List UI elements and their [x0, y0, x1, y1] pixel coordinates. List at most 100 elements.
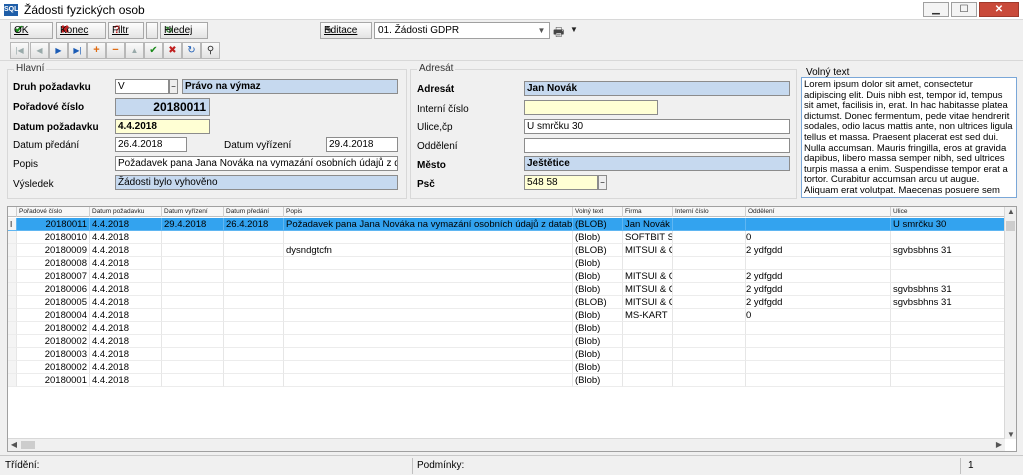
table-cell: (Blob) — [573, 374, 623, 387]
poradove-field[interactable]: 20180011 — [115, 98, 210, 116]
col-header[interactable]: Interní číslo — [673, 207, 746, 217]
scroll-right-icon[interactable]: ▶ — [993, 440, 1005, 449]
table-cell — [673, 322, 746, 335]
table-row[interactable]: 20180002 4.4.2018 (Blob) — [8, 361, 1005, 374]
col-header[interactable]: Datum vyřízení — [162, 207, 224, 217]
table-cell: Požadavek pana Jana Nováka na vymazání o… — [284, 218, 573, 231]
filtr-button[interactable]: ? Filtr — [108, 22, 144, 39]
datum-vyrizeni-label: Datum vyřízení — [224, 140, 292, 151]
datum-pozadavku-field[interactable]: 4.4.2018 — [115, 119, 210, 134]
post-check-icon[interactable]: ✔ — [144, 42, 163, 59]
hledej-button[interactable]: ↻ Hledej — [160, 22, 208, 39]
table-cell: 20180008 — [17, 257, 90, 270]
table-row[interactable]: I 20180011 4.4.2018 29.4.2018 26.4.2018 Požad… — [8, 218, 1005, 231]
table-cell — [891, 231, 1005, 244]
editace-button[interactable]: ✎ Editace — [320, 22, 372, 39]
row-indicator — [8, 322, 17, 335]
col-header[interactable]: Datum požadavku — [90, 207, 162, 217]
vertical-scrollbar[interactable]: ▲ ▼ — [1004, 207, 1016, 439]
table-cell — [673, 309, 746, 322]
table-row[interactable]: 20180002 4.4.2018 (Blob) — [8, 322, 1005, 335]
table-row[interactable]: 20180004 4.4.2018 (Blob) MS-KART 0 — [8, 309, 1005, 322]
adresat-field[interactable]: Jan Novák — [524, 81, 790, 96]
vysledek-field[interactable]: Žádosti bylo vyhověno — [115, 175, 398, 190]
oddeleni-field[interactable] — [524, 138, 790, 153]
datum-predani-field[interactable]: 26.4.2018 — [115, 137, 187, 152]
prior-record-icon[interactable]: ◀ — [30, 42, 49, 59]
table-cell — [224, 348, 284, 361]
horizontal-scroll-thumb[interactable] — [21, 441, 35, 449]
table-row[interactable]: 20180009 4.4.2018 dysndgtcfn (BLOB) MITSUI &… — [8, 244, 1005, 257]
minimize-button[interactable]: ▁ — [923, 2, 949, 17]
table-cell — [284, 296, 573, 309]
edit-record-icon[interactable]: ▲ — [125, 42, 144, 59]
mesto-field[interactable]: Ještětice — [524, 156, 790, 171]
status-divider — [412, 458, 413, 474]
refresh-icon[interactable]: ↻ — [182, 42, 201, 59]
datum-vyrizeni-field[interactable]: 29.4.2018 — [326, 137, 398, 152]
close-button[interactable]: ✕ — [979, 2, 1019, 17]
next-record-icon[interactable]: ▶ — [49, 42, 68, 59]
vysledek-label: Výsledek — [13, 179, 54, 190]
scroll-down-icon[interactable]: ▼ — [1005, 430, 1017, 439]
cancel-x-icon[interactable]: ✖ — [163, 42, 182, 59]
table-cell: 4.4.2018 — [90, 244, 162, 257]
table-row[interactable]: 201800064.4.2018 (Blob)MITSUI & CC 2 ydfgd… — [8, 283, 1005, 296]
table-row[interactable]: 20180003 4.4.2018 (Blob) — [8, 348, 1005, 361]
table-cell — [224, 231, 284, 244]
delete-record-icon[interactable]: − — [106, 42, 125, 59]
table-cell: U smrčku 30 — [891, 218, 1005, 231]
podminky-label: Podmínky: — [417, 460, 465, 471]
table-cell — [284, 335, 573, 348]
table-cell: 4.4.2018 — [90, 309, 162, 322]
popis-field[interactable]: Požadavek pana Jana Nováka na vymazání o… — [115, 156, 398, 171]
table-row[interactable]: 20180002 4.4.2018 (Blob) — [8, 335, 1005, 348]
table-cell: sgvbsbhns 31 — [891, 296, 1005, 309]
table-cell — [623, 348, 673, 361]
table-row[interactable]: 201800104.4.2018 (Blob)SOFTBIT SC 0 — [8, 231, 1005, 244]
print-dropdown-icon[interactable]: ▼ — [570, 25, 578, 34]
col-header[interactable]: Pořadové číslo — [17, 207, 90, 217]
table-cell: (Blob) — [573, 309, 623, 322]
druh-code-field[interactable]: V — [115, 79, 169, 94]
col-header[interactable]: Volný text — [573, 207, 623, 217]
ok-button[interactable]: ✔ OK — [10, 22, 53, 39]
insert-record-icon[interactable]: + — [87, 42, 106, 59]
psc-field[interactable]: 548 58 — [524, 175, 598, 190]
table-row[interactable]: 20180008 4.4.2018 (Blob) — [8, 257, 1005, 270]
table-cell — [224, 283, 284, 296]
druh-lookup-button[interactable]: − — [169, 79, 178, 94]
druh-text-field[interactable]: Právo na výmaz — [182, 79, 398, 94]
grid-header: Pořadové číslo Datum požadavku Datum vyř… — [8, 207, 1005, 217]
horizontal-scrollbar[interactable]: ◀ ▶ — [8, 438, 1005, 451]
vertical-scroll-thumb[interactable] — [1006, 221, 1015, 231]
konec-button[interactable]: ✖ Konec — [56, 22, 106, 39]
volny-text-area[interactable]: Lorem ipsum dolor sit amet, consectetur … — [801, 77, 1017, 198]
table-row[interactable]: 201800074.4.2018 (Blob)MITSUI & CC 2 ydfgd… — [8, 270, 1005, 283]
popis-label: Popis — [13, 159, 39, 170]
col-header[interactable]: Ulice — [891, 207, 1005, 217]
col-header[interactable]: Popis — [284, 207, 573, 217]
table-row[interactable]: 20180001 4.4.2018 (Blob) — [8, 374, 1005, 387]
col-header[interactable]: Datum předání — [224, 207, 284, 217]
table-cell — [673, 283, 746, 296]
maximize-button[interactable]: ☐ — [951, 2, 977, 17]
app-icon: SQL — [4, 3, 18, 16]
table-cell — [673, 231, 746, 244]
last-record-icon[interactable]: ▶| — [68, 42, 87, 59]
col-header[interactable]: Oddělení — [746, 207, 891, 217]
row-indicator: I — [8, 218, 17, 231]
psc-lookup-button[interactable]: − — [598, 175, 607, 190]
table-row[interactable]: 201800054.4.2018 (BLOB)MITSUI & CC 2 ydfgd… — [8, 296, 1005, 309]
interni-field[interactable] — [524, 100, 658, 115]
view-select[interactable]: 01. Žádosti GDPR ▼ — [374, 22, 550, 39]
scroll-left-icon[interactable]: ◀ — [8, 440, 20, 449]
scroll-up-icon[interactable]: ▲ — [1005, 207, 1017, 216]
first-record-icon[interactable]: |◀ — [10, 42, 29, 59]
col-header[interactable]: Firma — [623, 207, 673, 217]
disabled-button[interactable] — [146, 22, 158, 39]
binoculars-icon[interactable]: ⚲ — [201, 42, 220, 59]
ulice-field[interactable]: U smrčku 30 — [524, 119, 790, 134]
table-cell: 2 ydfgdd — [746, 296, 891, 309]
table-cell — [891, 348, 1005, 361]
